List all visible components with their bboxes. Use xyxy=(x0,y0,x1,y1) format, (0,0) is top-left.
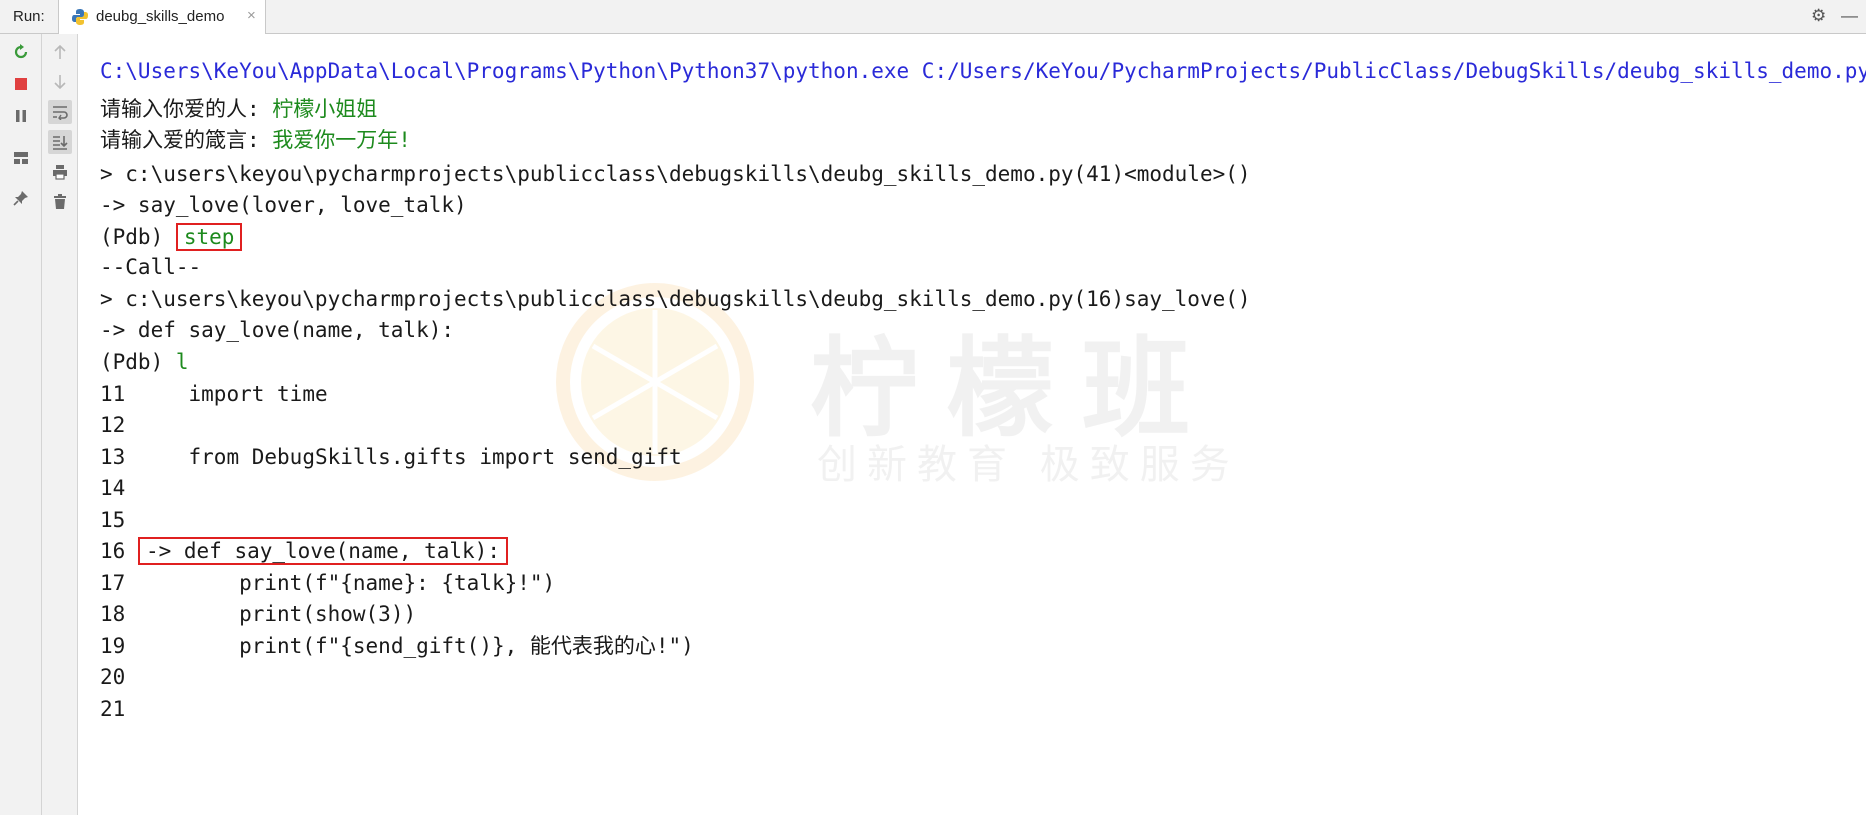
run-toolbar-secondary xyxy=(42,34,78,815)
listing-line: 13 from DebugSkills.gifts import send_gi… xyxy=(100,440,682,474)
arrow-up-icon[interactable] xyxy=(48,40,72,64)
run-tab-label: deubg_skills_demo xyxy=(96,8,225,25)
soft-wrap-icon[interactable] xyxy=(48,100,72,124)
console-output[interactable]: C:\Users\KeYou\AppData\Local\Programs\Py… xyxy=(78,34,1866,815)
listing-line-number: 18 xyxy=(100,602,126,626)
console-input-prompt: 请输入你爱的人: 柠檬小姐姐 xyxy=(100,92,377,126)
listing-line: 19 print(f"{send_gift()}, 能代表我的心!") xyxy=(100,629,694,663)
minimize-icon[interactable]: — xyxy=(1841,6,1858,25)
print-icon[interactable] xyxy=(48,160,72,184)
console-current-line: -> say_love(lover, love_talk) xyxy=(100,193,467,217)
listing-line-number: 12 xyxy=(100,413,126,437)
listing-line: 12 xyxy=(100,408,138,442)
pause-icon[interactable] xyxy=(9,104,33,128)
pdb-prompt: (Pdb) xyxy=(100,225,164,249)
rerun-icon[interactable] xyxy=(9,40,33,64)
listing-line-number: 13 xyxy=(100,445,126,469)
console-input-prompt: 请输入爱的箴言: 我爱你一万年! xyxy=(100,123,411,157)
pdb-prompt: (Pdb) xyxy=(100,350,164,374)
listing-line-number: 11 xyxy=(100,382,126,406)
listing-line-number: 14 xyxy=(100,476,126,500)
user-input: 柠檬小姐姐 xyxy=(272,97,378,121)
listing-line-number: 16 xyxy=(100,539,126,563)
listing-code: import time xyxy=(137,382,328,406)
prompt-label: 请输入你爱的人: xyxy=(100,97,273,121)
arrow-down-icon[interactable] xyxy=(48,70,72,94)
console-pdb-line: (Pdb) step xyxy=(100,220,243,254)
listing-line: 14 xyxy=(100,471,138,505)
console-location-line: > c:\users\keyou\pycharmprojects\publicc… xyxy=(100,162,1251,186)
python-icon xyxy=(72,9,88,25)
pdb-command-step: step xyxy=(175,223,243,251)
listing-line-number: 19 xyxy=(100,634,126,658)
run-toolbar-primary xyxy=(0,34,42,815)
pdb-command-list: l xyxy=(175,350,189,374)
prompt-label: 请输入爱的箴言: xyxy=(100,128,273,152)
listing-line-number: 17 xyxy=(100,571,126,595)
listing-line-number: 21 xyxy=(100,697,126,721)
scroll-to-end-icon[interactable] xyxy=(48,130,72,154)
listing-line: 11 import time xyxy=(100,377,328,411)
gear-icon[interactable]: ⚙ xyxy=(1811,6,1826,25)
console-location-line: > c:\users\keyou\pycharmprojects\publicc… xyxy=(100,287,1251,311)
console-command-line: C:\Users\KeYou\AppData\Local\Programs\Py… xyxy=(100,59,1866,83)
run-tab-deubg-skills-demo[interactable]: deubg_skills_demo × xyxy=(58,0,266,34)
stop-icon[interactable] xyxy=(9,72,33,96)
window-actions: ⚙ — xyxy=(1801,6,1858,26)
listing-code: print(f"{send_gift()}, 能代表我的心!") xyxy=(137,634,694,658)
listing-code-current: -> def say_love(name, talk): xyxy=(137,537,508,565)
console-call-marker: --Call-- xyxy=(100,255,202,279)
listing-line: 20 xyxy=(100,660,138,694)
close-tab-icon[interactable]: × xyxy=(247,7,256,24)
listing-code: from DebugSkills.gifts import send_gift xyxy=(137,445,682,469)
listing-line: 18 print(show(3)) xyxy=(100,597,416,631)
pin-icon[interactable] xyxy=(9,186,33,210)
console-current-line: -> def say_love(name, talk): xyxy=(100,318,455,342)
trash-icon[interactable] xyxy=(48,190,72,214)
listing-line-number: 20 xyxy=(100,665,126,689)
user-input: 我爱你一万年! xyxy=(272,128,411,152)
listing-line: 17 print(f"{name}: {talk}!") xyxy=(100,566,555,600)
listing-code: print(f"{name}: {talk}!") xyxy=(137,571,556,595)
console-pdb-line: (Pdb) l xyxy=(100,345,189,379)
listing-line: 15 xyxy=(100,503,138,537)
layout-icon[interactable] xyxy=(9,146,33,170)
run-tool-window-header: Run: deubg_skills_demo × ⚙ — xyxy=(0,0,1866,34)
listing-line-number: 15 xyxy=(100,508,126,532)
listing-line-current: 16 -> def say_love(name, talk): xyxy=(100,534,508,568)
listing-code: print(show(3)) xyxy=(137,602,417,626)
listing-line: 21 xyxy=(100,692,138,726)
run-label: Run: xyxy=(13,8,45,25)
